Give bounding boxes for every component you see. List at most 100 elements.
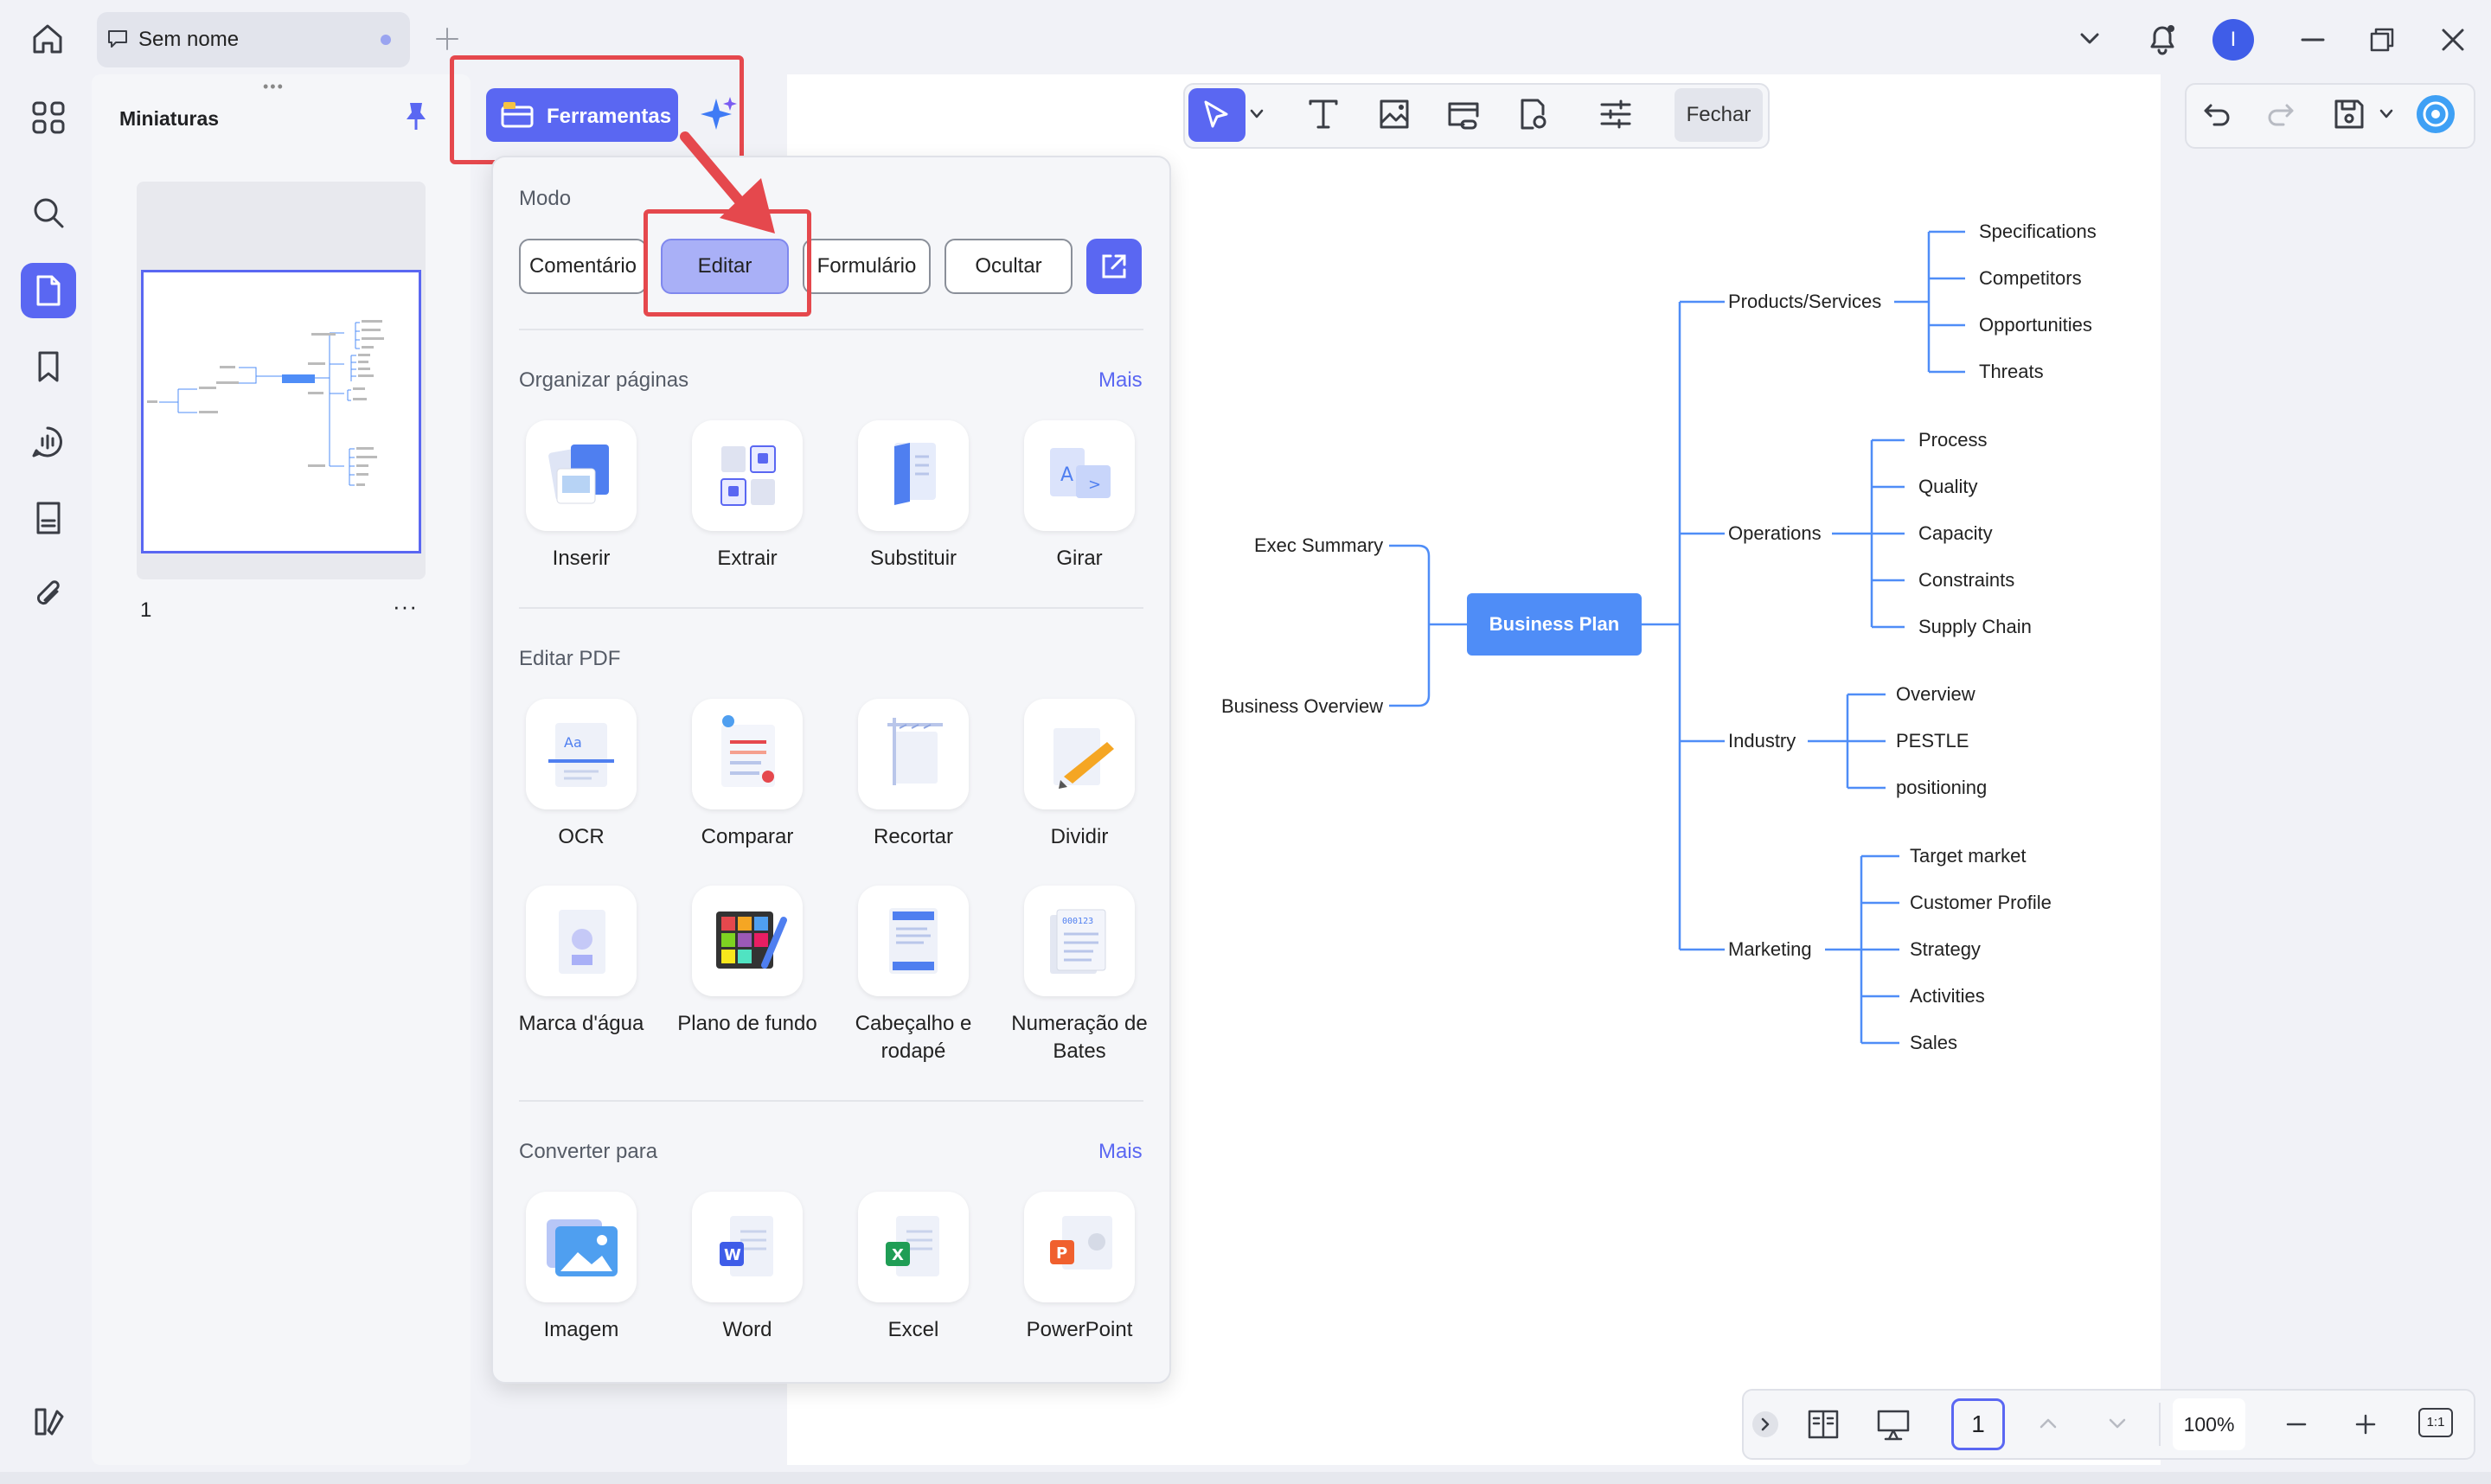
tool-label: Marca d'água bbox=[518, 1012, 644, 1035]
organize-section-label: Organizar páginas bbox=[519, 368, 689, 392]
tool-label: Recortar bbox=[873, 825, 954, 848]
tool-label: Substituir bbox=[869, 547, 957, 570]
excel-icon: X bbox=[858, 1192, 969, 1302]
extract-pages-icon bbox=[692, 420, 803, 531]
tool-watermark[interactable]: Marca d'água bbox=[498, 886, 664, 1038]
next-page-icon[interactable] bbox=[2104, 1410, 2131, 1437]
mindmap-branch: Industry bbox=[1728, 730, 1796, 752]
zoom-level[interactable]: 100% bbox=[2173, 1398, 2245, 1450]
annotation-arrow bbox=[680, 131, 775, 233]
tool-convert-powerpoint[interactable]: P PowerPoint bbox=[996, 1192, 1162, 1344]
tool-convert-image[interactable]: Imagem bbox=[498, 1192, 664, 1344]
tool-label: Dividir bbox=[1050, 825, 1109, 848]
powerpoint-icon: P bbox=[1024, 1192, 1135, 1302]
tool-background[interactable]: Plano de fundo bbox=[664, 886, 830, 1038]
undo-icon[interactable] bbox=[2202, 99, 2233, 130]
watermark-icon[interactable] bbox=[1515, 97, 1550, 131]
window-bottom-edge bbox=[0, 1472, 2491, 1484]
tool-label: Inserir bbox=[552, 547, 611, 570]
split-icon bbox=[1024, 699, 1135, 809]
text-icon[interactable] bbox=[1306, 97, 1341, 131]
tool-ocr[interactable]: Aa OCR bbox=[498, 699, 664, 851]
zoom-out-icon[interactable] bbox=[2283, 1411, 2309, 1437]
background-icon bbox=[692, 886, 803, 996]
crop-icon bbox=[858, 699, 969, 809]
tool-compare[interactable]: Comparar bbox=[664, 699, 830, 851]
tool-label: OCR bbox=[558, 825, 605, 848]
tool-label: Excel bbox=[887, 1318, 939, 1341]
page-layout-icon[interactable] bbox=[1806, 1408, 1841, 1441]
mindmap-leaf: Sales bbox=[1910, 1032, 1958, 1053]
mindmap-leaf: Constraints bbox=[1918, 569, 2015, 591]
header-footer-icon bbox=[858, 886, 969, 996]
tool-convert-word[interactable]: W Word bbox=[664, 1192, 830, 1344]
previous-page-icon[interactable] bbox=[2034, 1410, 2062, 1437]
mindmap-leaf: Overview bbox=[1896, 683, 1976, 705]
tool-header-footer[interactable]: Cabeçalho e rodapé bbox=[830, 886, 996, 1065]
mindmap-leaf: Target market bbox=[1910, 845, 2027, 867]
mindmap-leaf: Opportunities bbox=[1979, 314, 2092, 336]
convert-section-label: Converter para bbox=[519, 1140, 658, 1163]
tool-label: Word bbox=[722, 1318, 772, 1341]
mindmap-leaf: positioning bbox=[1896, 777, 1988, 798]
mindmap-branch: Operations bbox=[1728, 522, 1822, 544]
rotate-pages-icon: A > bbox=[1024, 420, 1135, 531]
watermark-tool-icon bbox=[526, 886, 637, 996]
mindmap-leaf: Capacity bbox=[1918, 522, 1993, 544]
convert-more-link[interactable]: Mais bbox=[1098, 1140, 1143, 1164]
chevron-down-icon[interactable] bbox=[1249, 107, 1265, 121]
mode-redact-button[interactable]: Ocultar bbox=[945, 239, 1073, 294]
mindmap-leaf: Activities bbox=[1910, 985, 1985, 1007]
redo-icon[interactable] bbox=[2264, 99, 2296, 130]
mindmap-leaf: Specifications bbox=[1979, 221, 2097, 242]
bates-numbering-icon: 000123 bbox=[1024, 886, 1135, 996]
collapse-bar-button[interactable] bbox=[1752, 1411, 1778, 1437]
mode-comment-button[interactable]: Comentário bbox=[519, 239, 647, 294]
tool-crop[interactable]: Recortar bbox=[830, 699, 996, 851]
image-icon[interactable] bbox=[1377, 97, 1412, 131]
compare-icon bbox=[692, 699, 803, 809]
edit-pdf-section-label: Editar PDF bbox=[519, 647, 621, 670]
mode-form-button[interactable]: Formulário bbox=[803, 239, 931, 294]
tool-bates-numbering[interactable]: 000123 Numeração de Bates bbox=[996, 886, 1162, 1065]
divider bbox=[519, 1100, 1143, 1102]
svg-text:X: X bbox=[892, 1246, 904, 1264]
mindmap-leaf: Quality bbox=[1918, 476, 1978, 497]
close-edit-button[interactable]: Fechar bbox=[1675, 88, 1763, 142]
presentation-icon[interactable] bbox=[1875, 1408, 1911, 1442]
cursor-icon bbox=[1201, 99, 1232, 131]
tool-label: Numeração de Bates bbox=[1011, 1012, 1148, 1063]
tool-convert-excel[interactable]: X Excel bbox=[830, 1192, 996, 1344]
mindmap-branch: Products/Services bbox=[1728, 291, 1882, 312]
ai-assistant-icon[interactable] bbox=[2415, 93, 2456, 135]
actual-size-button[interactable]: 1:1 bbox=[2418, 1408, 2453, 1437]
mindmap-connectors bbox=[1389, 230, 1965, 1045]
open-external-button[interactable] bbox=[1086, 239, 1142, 294]
mindmap-leaf: Strategy bbox=[1910, 938, 1981, 960]
zoom-in-icon[interactable] bbox=[2353, 1411, 2379, 1437]
tool-split[interactable]: Dividir bbox=[996, 699, 1162, 851]
mindmap-leaf: Customer Profile bbox=[1910, 892, 2052, 913]
divider bbox=[519, 607, 1143, 609]
svg-text:>: > bbox=[1088, 476, 1101, 494]
mindmap-leaf: PESTLE bbox=[1896, 730, 1969, 752]
svg-text:P: P bbox=[1056, 1244, 1067, 1263]
sliders-icon[interactable] bbox=[1598, 97, 1633, 131]
replace-pages-icon bbox=[858, 420, 969, 531]
chevron-right-icon bbox=[1761, 1417, 1770, 1431]
link-icon[interactable] bbox=[1446, 97, 1481, 131]
tool-extract[interactable]: Extrair bbox=[664, 420, 830, 572]
page-number-input[interactable]: 1 bbox=[1951, 1398, 2005, 1450]
tool-label: Comparar bbox=[701, 825, 794, 848]
organize-more-link[interactable]: Mais bbox=[1098, 368, 1143, 393]
tool-insert[interactable]: Inserir bbox=[498, 420, 664, 572]
save-icon[interactable] bbox=[2332, 97, 2366, 131]
mindmap-branch: Marketing bbox=[1728, 938, 1812, 960]
chevron-down-icon[interactable] bbox=[2379, 107, 2394, 121]
svg-text:Aa: Aa bbox=[564, 734, 582, 751]
tool-rotate[interactable]: A > Girar bbox=[996, 420, 1162, 572]
mindmap-leaf: Supply Chain bbox=[1918, 616, 2032, 637]
tool-label: PowerPoint bbox=[1026, 1318, 1133, 1341]
tool-replace[interactable]: Substituir bbox=[830, 420, 996, 572]
divider bbox=[2159, 1403, 2161, 1446]
